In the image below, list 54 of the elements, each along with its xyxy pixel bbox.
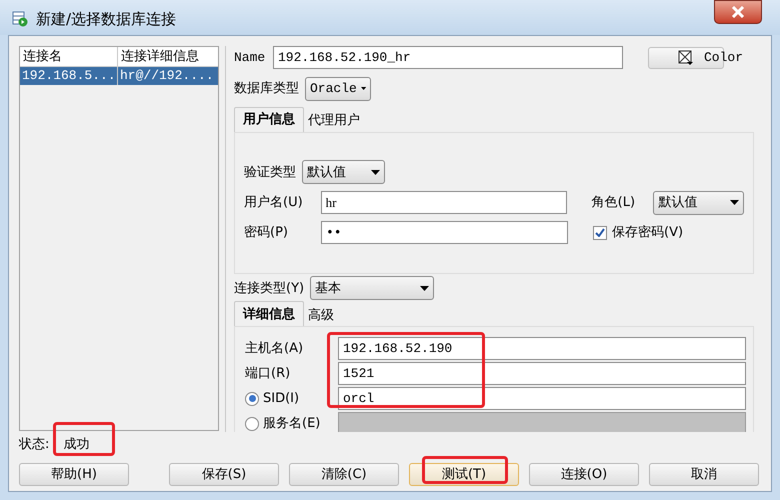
checkmark-icon — [595, 228, 605, 238]
field-label: 密码(P) — [244, 224, 289, 242]
database-icon — [12, 11, 28, 28]
checkbox[interactable] — [593, 226, 607, 240]
status-text: 成功 — [63, 436, 90, 454]
dialog-button[interactable]: 连接(O) — [529, 463, 639, 486]
close-icon — [731, 6, 745, 18]
field-label: 连接类型(Y) — [234, 280, 304, 298]
input-field[interactable]: orcl — [338, 387, 746, 410]
column-header[interactable]: 连接名 — [20, 47, 118, 66]
input-field[interactable]: 192.168.52.190_hr — [273, 46, 623, 70]
dropdown[interactable]: 基本 — [310, 276, 434, 300]
field-label: 验证类型 — [244, 164, 296, 182]
field-label: 用户名(U) — [244, 194, 304, 212]
dialog-button[interactable]: 保存(S) — [169, 463, 279, 486]
tab[interactable]: 用户信息 — [234, 106, 304, 132]
dropdown[interactable]: 默认值 — [653, 190, 744, 215]
field-label: 端口(R) — [245, 365, 290, 384]
tab[interactable]: 代理用户 — [304, 110, 364, 132]
input-field[interactable] — [338, 412, 746, 432]
color-swatch-icon — [678, 50, 694, 66]
window-title: 新建/选择数据库连接 — [36, 9, 176, 30]
caret-icon — [360, 86, 366, 92]
dialog-button[interactable]: 清除(C) — [289, 463, 399, 486]
highlight-frame — [53, 422, 115, 456]
field-label: 角色(L) — [592, 194, 636, 212]
field-label: 主机名(A) — [245, 340, 304, 358]
field-label: 保存密码(V) — [612, 224, 684, 242]
table-cell-text: hr@//192.... — [119, 67, 215, 85]
list-row[interactable]: 192.168.5... hr@//192.... — [20, 67, 218, 85]
dropdown[interactable]: 默认值 — [302, 160, 385, 184]
radio-button[interactable] — [245, 416, 259, 431]
status-label: 状态: — [19, 436, 50, 454]
column-header[interactable]: 连接详细信息 — [118, 47, 218, 66]
caret-icon — [420, 286, 430, 291]
tab[interactable]: 高级 — [304, 304, 338, 326]
input-field[interactable]: hr — [320, 191, 567, 214]
field-label: 数据库类型 — [234, 80, 299, 98]
input-field[interactable]: 192.168.52.190 — [338, 337, 746, 360]
field-label: Name — [234, 49, 266, 68]
input-field[interactable]: •• — [321, 221, 568, 244]
caret-icon — [730, 200, 739, 206]
color-label: Color — [704, 49, 744, 68]
tab[interactable]: 详细信息 — [234, 301, 304, 326]
field-label: SID(I) — [263, 390, 300, 408]
caret-icon — [371, 170, 380, 175]
close-button[interactable] — [714, 0, 762, 24]
dialog-button[interactable]: 取消 — [649, 463, 759, 486]
radio-button[interactable] — [245, 392, 259, 406]
input-field[interactable]: 1521 — [338, 362, 746, 386]
dialog-button[interactable]: 帮助(H) — [19, 463, 129, 486]
field-label: 服务名(E) — [263, 415, 320, 432]
dropdown[interactable]: Oracle — [305, 76, 371, 101]
table-cell: 192.168.5... — [20, 67, 118, 85]
